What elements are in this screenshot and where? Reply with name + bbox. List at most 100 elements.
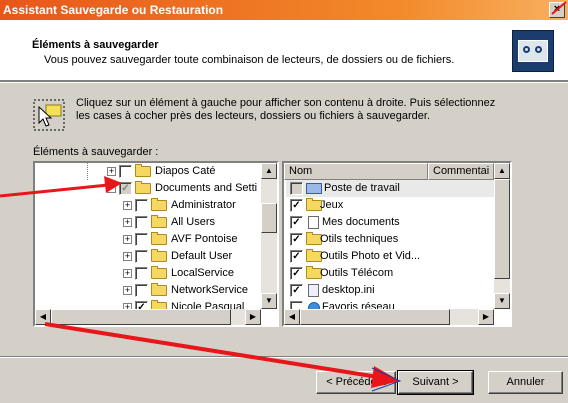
expand-icon[interactable]: + bbox=[123, 201, 132, 210]
scroll-left-icon[interactable]: ◀ bbox=[284, 309, 300, 325]
list-checkbox[interactable]: ✓ bbox=[290, 284, 303, 297]
wizard-header: Éléments à sauvegarder Vous pouvez sauve… bbox=[0, 20, 568, 81]
tree-item[interactable]: + LocalService bbox=[35, 265, 261, 282]
list-checkbox[interactable]: ✓ bbox=[290, 267, 303, 280]
scroll-down-icon[interactable]: ▼ bbox=[261, 293, 277, 309]
column-header-comment[interactable]: Commentai bbox=[428, 163, 494, 180]
folder-icon bbox=[151, 283, 167, 296]
close-icon[interactable]: × bbox=[549, 2, 565, 18]
tree-item[interactable]: + AVF Pontoise bbox=[35, 231, 261, 248]
list-checkbox[interactable]: ✓ bbox=[290, 233, 303, 246]
tree-checkbox[interactable] bbox=[135, 233, 148, 246]
list-item[interactable]: Poste de travail bbox=[286, 180, 494, 197]
items-label: Éléments à sauvegarder : bbox=[33, 146, 159, 158]
scroll-up-icon[interactable]: ▲ bbox=[494, 163, 510, 179]
tree-checkbox[interactable] bbox=[135, 250, 148, 263]
folder-icon bbox=[135, 164, 151, 177]
list-item[interactable]: ✓ Otils techniques bbox=[286, 231, 494, 248]
tree-item-label: Documents and Setti bbox=[155, 182, 258, 194]
cancel-button[interactable]: Annuler bbox=[488, 371, 563, 394]
list-item[interactable]: ✓ Outils Télécom bbox=[286, 265, 494, 282]
folder-tree[interactable]: + Diapos Caté - ✓ Documents and Setti + … bbox=[33, 161, 279, 327]
computer-icon bbox=[306, 183, 322, 194]
list-item-label: Jeux bbox=[320, 199, 344, 211]
folder-icon bbox=[151, 215, 167, 228]
tree-checkbox[interactable] bbox=[119, 165, 132, 178]
scroll-right-icon[interactable]: ▶ bbox=[478, 309, 494, 325]
list-item[interactable]: ✓ desktop.ini bbox=[286, 282, 494, 299]
tree-horizontal-scrollbar[interactable]: ◀ ▶ bbox=[35, 309, 261, 325]
expand-icon[interactable]: + bbox=[123, 269, 132, 278]
tree-item-label: AVF Pontoise bbox=[171, 233, 238, 245]
tree-item-label: Administrator bbox=[171, 199, 236, 211]
list-item-label: Poste de travail bbox=[324, 182, 400, 194]
header-divider bbox=[0, 81, 568, 83]
instructions-line-1: Cliquez sur un élément à gauche pour aff… bbox=[76, 97, 496, 109]
page-subtitle: Vous pouvez sauvegarder toute combinaiso… bbox=[44, 54, 455, 66]
list-item[interactable]: ✓ Mes documents bbox=[286, 214, 494, 231]
tree-item[interactable]: + Administrator bbox=[35, 197, 261, 214]
list-item-label: Mes documents bbox=[322, 216, 400, 228]
tree-checkbox[interactable] bbox=[135, 216, 148, 229]
list-item[interactable]: Favoris réseau bbox=[286, 299, 494, 309]
tree-checkbox[interactable]: ✓ bbox=[119, 182, 132, 195]
scroll-thumb[interactable] bbox=[51, 309, 231, 325]
tree-item-label: LocalService bbox=[171, 267, 234, 279]
scroll-right-icon[interactable]: ▶ bbox=[245, 309, 261, 325]
folder-icon bbox=[151, 266, 167, 279]
scroll-thumb[interactable] bbox=[494, 179, 510, 279]
folder-icon bbox=[151, 249, 167, 262]
list-item-label: Outils Télécom bbox=[320, 267, 394, 279]
folder-icon bbox=[135, 181, 151, 194]
list-checkbox[interactable]: ✓ bbox=[290, 250, 303, 263]
expand-icon[interactable]: + bbox=[123, 218, 132, 227]
list-item[interactable]: ✓ Jeux bbox=[286, 197, 494, 214]
file-list[interactable]: Nom Commentai Poste de travail ✓ Jeux ✓ … bbox=[282, 161, 512, 327]
back-button[interactable]: < Précédent bbox=[316, 371, 396, 394]
instructions-line-2: les cases à cocher près des lecteurs, do… bbox=[76, 110, 431, 122]
tree-item-label: Default User bbox=[171, 250, 233, 262]
folder-icon bbox=[151, 198, 167, 211]
tree-checkbox[interactable] bbox=[135, 284, 148, 297]
expand-icon[interactable]: + bbox=[123, 235, 132, 244]
tree-item-label: All Users bbox=[171, 216, 216, 228]
list-item[interactable]: ✓ Outils Photo et Vid... bbox=[286, 248, 494, 265]
column-header-name[interactable]: Nom bbox=[284, 163, 428, 180]
next-button[interactable]: Suivant > bbox=[397, 370, 474, 395]
window-titlebar: Assistant Sauvegarde ou Restauration × bbox=[0, 0, 568, 20]
list-item-label: Outils Photo et Vid... bbox=[320, 250, 421, 262]
tree-item[interactable]: + All Users bbox=[35, 214, 261, 231]
tree-item[interactable]: - ✓ Documents and Setti bbox=[35, 180, 261, 197]
list-checkbox[interactable] bbox=[290, 301, 303, 309]
expand-icon[interactable]: + bbox=[123, 286, 132, 295]
scroll-up-icon[interactable]: ▲ bbox=[261, 163, 277, 179]
list-horizontal-scrollbar[interactable]: ◀ ▶ bbox=[284, 309, 494, 325]
list-checkbox[interactable] bbox=[290, 182, 303, 195]
scroll-thumb[interactable] bbox=[300, 309, 450, 325]
instructions-text: Cliquez sur un élément à gauche pour aff… bbox=[76, 97, 546, 123]
footer-divider bbox=[0, 356, 568, 358]
tree-item-label: Diapos Caté bbox=[155, 165, 216, 177]
tree-item[interactable]: + Default User bbox=[35, 248, 261, 265]
list-vertical-scrollbar[interactable]: ▲ ▼ bbox=[494, 163, 510, 309]
network-icon bbox=[308, 302, 320, 309]
file-icon bbox=[308, 284, 319, 297]
list-item-label: desktop.ini bbox=[322, 284, 375, 296]
scroll-thumb[interactable] bbox=[261, 203, 277, 233]
expand-icon[interactable]: + bbox=[123, 252, 132, 261]
folder-icon bbox=[151, 232, 167, 245]
backup-tape-icon bbox=[512, 30, 554, 72]
tree-item[interactable]: + Diapos Caté bbox=[35, 163, 261, 180]
tree-checkbox[interactable] bbox=[135, 199, 148, 212]
collapse-icon[interactable]: - bbox=[107, 184, 116, 193]
next-button-label: Suivant > bbox=[412, 376, 459, 388]
tree-vertical-scrollbar[interactable]: ▲ ▼ bbox=[261, 163, 277, 309]
list-checkbox[interactable]: ✓ bbox=[290, 216, 303, 229]
list-checkbox[interactable]: ✓ bbox=[290, 199, 303, 212]
tree-item-label: NetworkService bbox=[171, 284, 249, 296]
tree-item[interactable]: + NetworkService bbox=[35, 282, 261, 299]
tree-checkbox[interactable] bbox=[135, 267, 148, 280]
scroll-left-icon[interactable]: ◀ bbox=[35, 309, 51, 325]
expand-icon[interactable]: + bbox=[107, 167, 116, 176]
scroll-down-icon[interactable]: ▼ bbox=[494, 293, 510, 309]
